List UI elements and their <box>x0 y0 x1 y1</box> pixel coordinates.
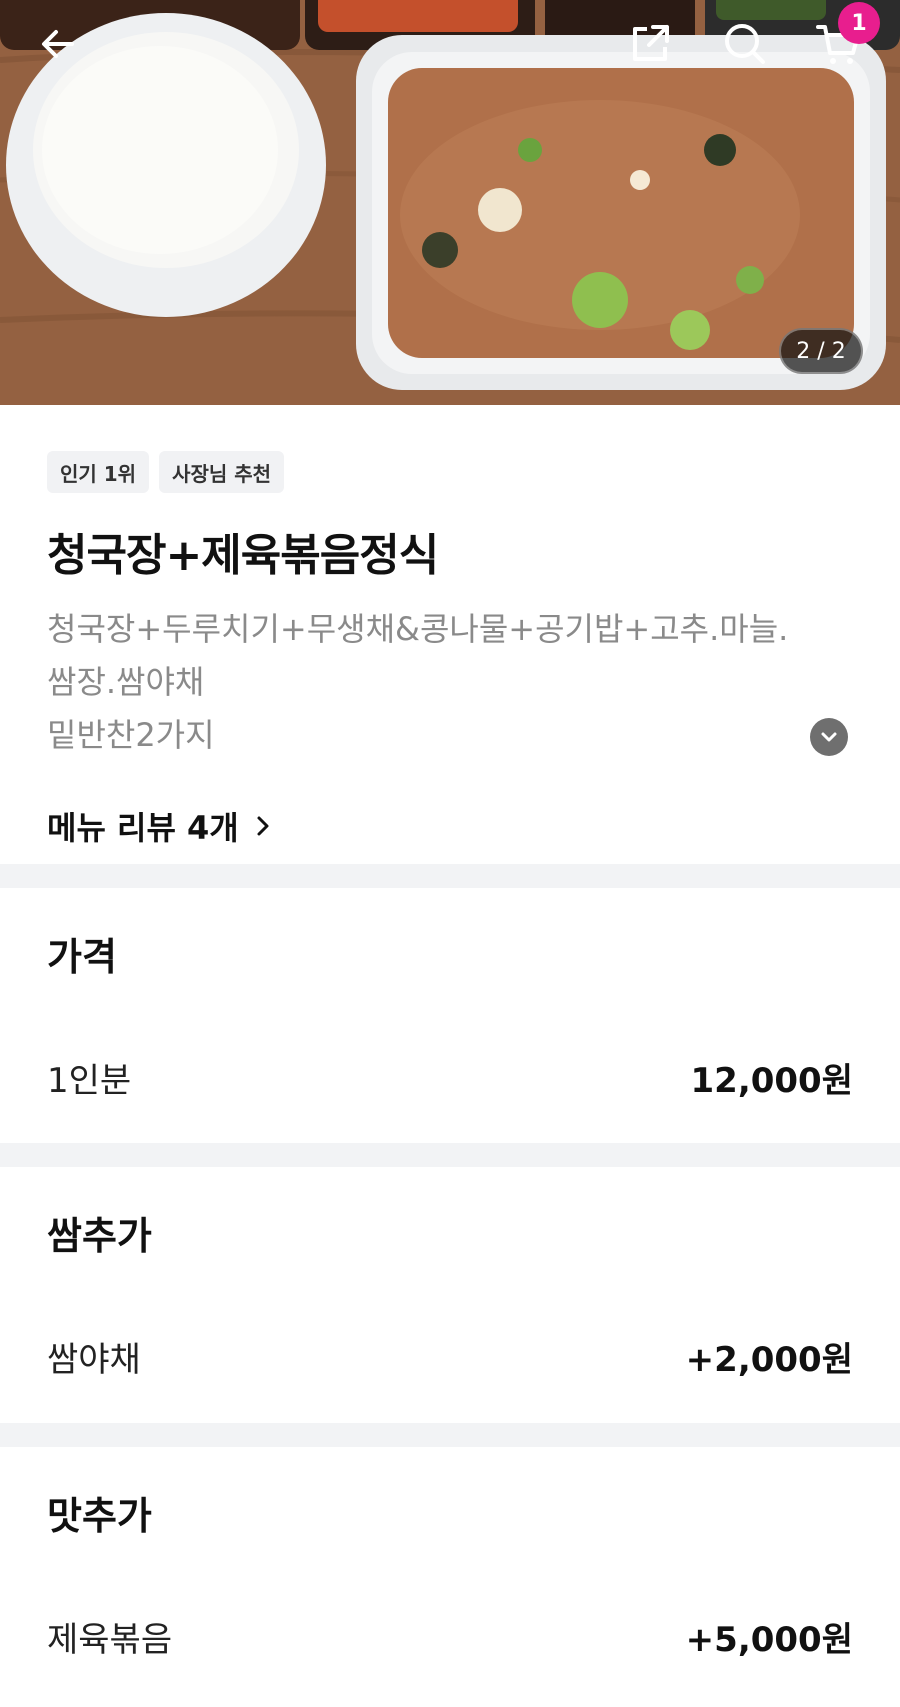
ssam-option-row[interactable]: 쌈야채 +2,000원 <box>47 1332 853 1381</box>
search-icon <box>725 24 765 64</box>
taste-add-title: 맛추가 <box>47 1494 152 1538</box>
taste-add-section: 맛추가 제육볶음 +5,000원 <box>0 1447 900 1707</box>
price-option-row[interactable]: 1인분 12,000원 <box>47 1053 853 1102</box>
menu-description: 청국장+두루치기+무생채&콩나물+공기밥+고추.마늘. 쌈장.쌈야채 밑반찬2가… <box>47 603 847 762</box>
back-arrow-icon <box>42 30 74 58</box>
expand-description-button[interactable] <box>810 718 848 756</box>
section-divider <box>0 1143 900 1167</box>
description-line: 청국장+두루치기+무생채&콩나물+공기밥+고추.마늘. <box>47 610 789 648</box>
review-link-label: 메뉴 리뷰 4개 <box>47 809 239 847</box>
ssam-option-label: 쌈야채 <box>47 1340 141 1380</box>
description-line: 밑반찬2가지 <box>47 716 215 754</box>
price-option-label: 1인분 <box>47 1061 132 1101</box>
menu-tags: 인기 1위 사장님 추천 <box>47 451 853 493</box>
image-counter: 2 / 2 <box>779 328 863 374</box>
section-divider <box>0 864 900 888</box>
back-button[interactable] <box>30 16 86 72</box>
chevron-down-icon <box>821 732 837 742</box>
cart-count-badge: 1 <box>838 2 880 44</box>
menu-review-link[interactable]: 메뉴 리뷰 4개 <box>47 802 853 850</box>
taste-option-row[interactable]: 제육볶음 +5,000원 <box>47 1612 853 1661</box>
price-option-value: 12,000원 <box>690 1061 853 1101</box>
price-section: 가격 1인분 12,000원 <box>0 888 900 1143</box>
ssam-add-section: 쌈추가 쌈야채 +2,000원 <box>0 1167 900 1423</box>
tag-popular-rank: 인기 1위 <box>47 451 150 493</box>
price-section-title: 가격 <box>47 935 117 979</box>
top-navigation-bar: 1 <box>0 0 900 90</box>
description-line: 쌈장.쌈야채 <box>47 663 205 701</box>
ssam-option-price: +2,000원 <box>685 1340 853 1380</box>
section-divider <box>0 1423 900 1447</box>
chevron-right-icon <box>257 816 269 836</box>
share-icon <box>633 25 669 61</box>
menu-photo-carousel[interactable]: 1 2 / 2 <box>0 0 900 405</box>
taste-option-price: +5,000원 <box>685 1620 853 1660</box>
menu-info-section: 인기 1위 사장님 추천 청국장+제육볶음정식 청국장+두루치기+무생채&콩나물… <box>0 405 900 850</box>
ssam-add-title: 쌈추가 <box>47 1214 152 1258</box>
search-button[interactable] <box>717 16 773 72</box>
tag-owner-recommended: 사장님 추천 <box>159 451 285 493</box>
share-button[interactable] <box>622 16 678 72</box>
taste-option-label: 제육볶음 <box>47 1620 173 1660</box>
menu-title: 청국장+제육볶음정식 <box>47 530 439 581</box>
